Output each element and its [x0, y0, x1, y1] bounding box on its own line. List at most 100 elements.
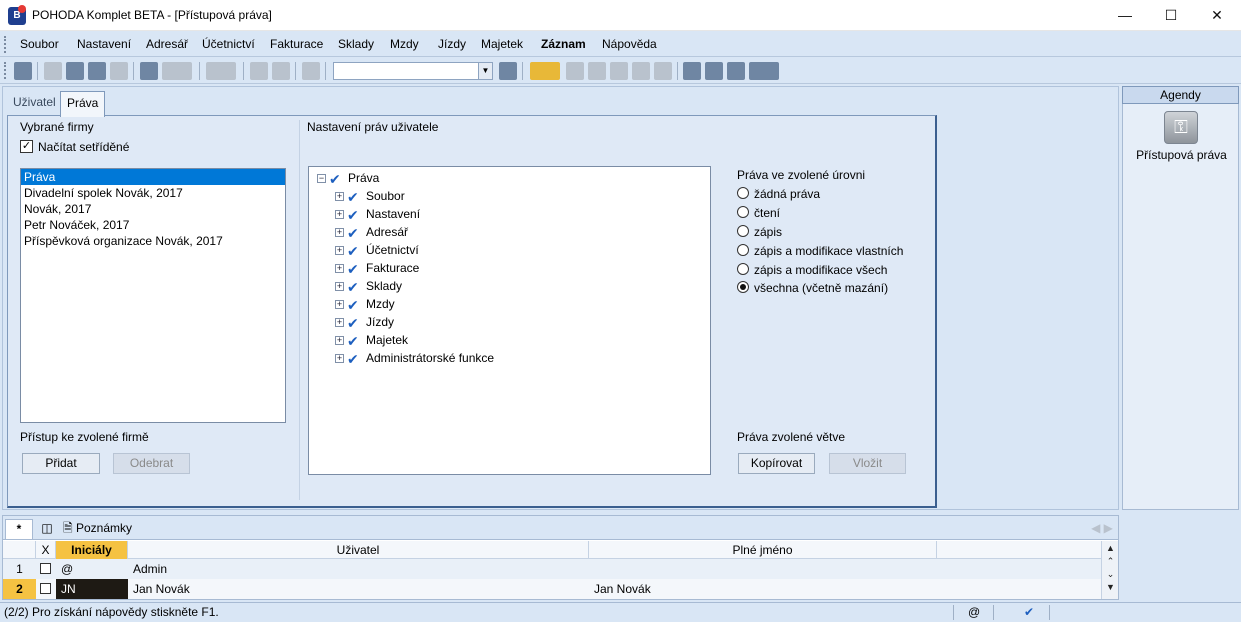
tree-item-adresar[interactable]: + ✔ Adresář [335, 223, 408, 241]
tree-item-majetek[interactable]: + ✔ Majetek [335, 331, 408, 349]
tree-item-admin[interactable]: + ✔ Administrátorské funkce [335, 349, 494, 367]
tree-item-nastaveni[interactable]: + ✔ Nastavení [335, 205, 420, 223]
scroll-tabs-icon[interactable]: ◀ ▶ [1087, 519, 1117, 539]
check-icon[interactable]: ✔ [347, 296, 361, 314]
list-item[interactable]: Příspěvková organizace Novák, 2017 [21, 233, 285, 249]
menu-sklady[interactable]: Sklady [338, 37, 374, 51]
message-icon[interactable] [683, 62, 701, 80]
menu-zaznam[interactable]: Záznam [541, 37, 586, 51]
table-row[interactable]: 1 @ Admin [3, 559, 1103, 579]
filter-combo[interactable]: ▼ [333, 62, 493, 80]
expand-icon[interactable]: + [335, 210, 344, 220]
preview-icon[interactable] [88, 62, 106, 80]
expand-icon[interactable]: + [335, 354, 344, 364]
check-icon[interactable]: ✔ [347, 224, 361, 242]
expand-icon[interactable]: + [335, 228, 344, 238]
eraser-icon[interactable] [566, 62, 584, 80]
menu-fakturace[interactable]: Fakturace [270, 37, 323, 51]
list-item[interactable]: Novák, 2017 [21, 201, 285, 217]
scroll-bottom-icon[interactable]: ▼ [1104, 581, 1117, 593]
tab-uzivatel[interactable]: Uživatel [7, 91, 62, 115]
rights-tree[interactable]: − ✔ Práva + ✔ Soubor + ✔ Nastavení + ✔ Adresář +… [308, 166, 711, 475]
check-icon[interactable]: ✔ [347, 206, 361, 224]
radio-all[interactable] [737, 281, 749, 293]
tree-item-mzdy[interactable]: + ✔ Mzdy [335, 295, 395, 313]
remove-button[interactable]: Odebrat [113, 453, 190, 474]
col-x-header[interactable]: X [36, 541, 56, 559]
expand-icon[interactable]: + [335, 264, 344, 274]
copy-doc-icon[interactable] [44, 62, 62, 80]
window-icon[interactable] [705, 62, 723, 80]
new-icon[interactable] [140, 62, 158, 80]
check-icon[interactable]: ✔ [347, 332, 361, 350]
check-icon[interactable]: ✔ [347, 260, 361, 278]
list-item[interactable]: Divadelní spolek Novák, 2017 [21, 185, 285, 201]
sorted-checkbox[interactable]: ✓ [20, 140, 33, 153]
minimize-icon[interactable]: — [1102, 0, 1148, 31]
menu-napoveda[interactable]: Nápověda [602, 37, 657, 51]
menu-soubor[interactable]: Soubor [20, 37, 59, 51]
tab-notes[interactable]: 🗎 Poznámky [63, 519, 143, 539]
copy-button[interactable]: Kopírovat [738, 453, 815, 474]
grip-handle[interactable] [4, 36, 7, 53]
sidebar-item-access-rights[interactable]: Přístupová práva [1123, 148, 1240, 162]
row-checkbox[interactable] [40, 563, 51, 574]
menu-nastaveni[interactable]: Nastavení [77, 37, 131, 51]
menu-majetek[interactable]: Majetek [481, 37, 523, 51]
expand-icon[interactable]: + [335, 300, 344, 310]
print-setup-icon[interactable] [110, 62, 128, 80]
tree-item-ucetnictvi[interactable]: + ✔ Účetnictví [335, 241, 419, 259]
col-fullname-header[interactable]: Plné jméno [589, 541, 937, 559]
vertical-scrollbar[interactable]: ▲ ⌃ ⌄ ▼ [1101, 541, 1118, 599]
radio-write-all[interactable] [737, 263, 749, 275]
exit-icon[interactable] [14, 62, 32, 80]
filter-icon[interactable]: ◫ [37, 519, 57, 539]
col-num-header[interactable] [3, 541, 36, 559]
paste-button[interactable]: Vložit [829, 453, 906, 474]
check-icon[interactable]: ✔ [347, 278, 361, 296]
tree-item-jizdy[interactable]: + ✔ Jízdy [335, 313, 394, 331]
filter-icon[interactable] [499, 62, 517, 80]
check-icon[interactable]: ✔ [347, 242, 361, 260]
menu-ucetnictvi[interactable]: Účetnictví [202, 37, 255, 51]
tree-item-fakturace[interactable]: + ✔ Fakturace [335, 259, 419, 277]
folder-icon[interactable] [530, 62, 560, 80]
keys-icon[interactable]: ⚿ [1164, 111, 1198, 144]
add-button[interactable]: Přidat [22, 453, 100, 474]
col-initials-header[interactable]: Iniciály [56, 541, 128, 559]
back-icon[interactable] [206, 62, 236, 80]
check-icon[interactable]: ✔ [347, 350, 361, 368]
grid-icon[interactable] [588, 62, 606, 80]
expand-icon[interactable]: + [335, 246, 344, 256]
tab-prava[interactable]: Práva [60, 91, 106, 117]
expand-icon[interactable]: + [335, 318, 344, 328]
toolbar-grip[interactable] [4, 62, 7, 79]
radio-none[interactable] [737, 187, 749, 199]
list-icon[interactable] [632, 62, 650, 80]
radio-write-own[interactable] [737, 244, 749, 256]
expand-icon[interactable]: + [335, 336, 344, 346]
save-all-icon[interactable] [272, 62, 290, 80]
expand-icon[interactable]: + [335, 282, 344, 292]
list-item[interactable]: Petr Nováček, 2017 [21, 217, 285, 233]
col-user-header[interactable]: Uživatel [128, 541, 589, 559]
radio-read[interactable] [737, 206, 749, 218]
help-icon[interactable] [749, 62, 779, 80]
firms-list[interactable]: Práva Divadelní spolek Novák, 2017 Novák… [20, 168, 286, 423]
menu-mzdy[interactable]: Mzdy [390, 37, 419, 51]
list-item[interactable]: Práva [21, 169, 285, 185]
maximize-icon[interactable]: ☐ [1148, 0, 1194, 31]
expand-icon[interactable]: + [335, 192, 344, 202]
check-dropdown-icon[interactable] [162, 62, 192, 80]
ean-icon[interactable] [654, 62, 672, 80]
tree-item-soubor[interactable]: + ✔ Soubor [335, 187, 405, 205]
print-icon[interactable] [66, 62, 84, 80]
save-icon[interactable] [250, 62, 268, 80]
row-checkbox[interactable] [40, 583, 51, 594]
tab-star[interactable]: * [5, 519, 33, 539]
chevron-down-icon[interactable]: ▼ [478, 63, 492, 79]
tree-item-sklady[interactable]: + ✔ Sklady [335, 277, 402, 295]
check-icon[interactable]: ✔ [347, 314, 361, 332]
copy-icon[interactable] [302, 62, 320, 80]
menu-jizdy[interactable]: Jízdy [438, 37, 466, 51]
